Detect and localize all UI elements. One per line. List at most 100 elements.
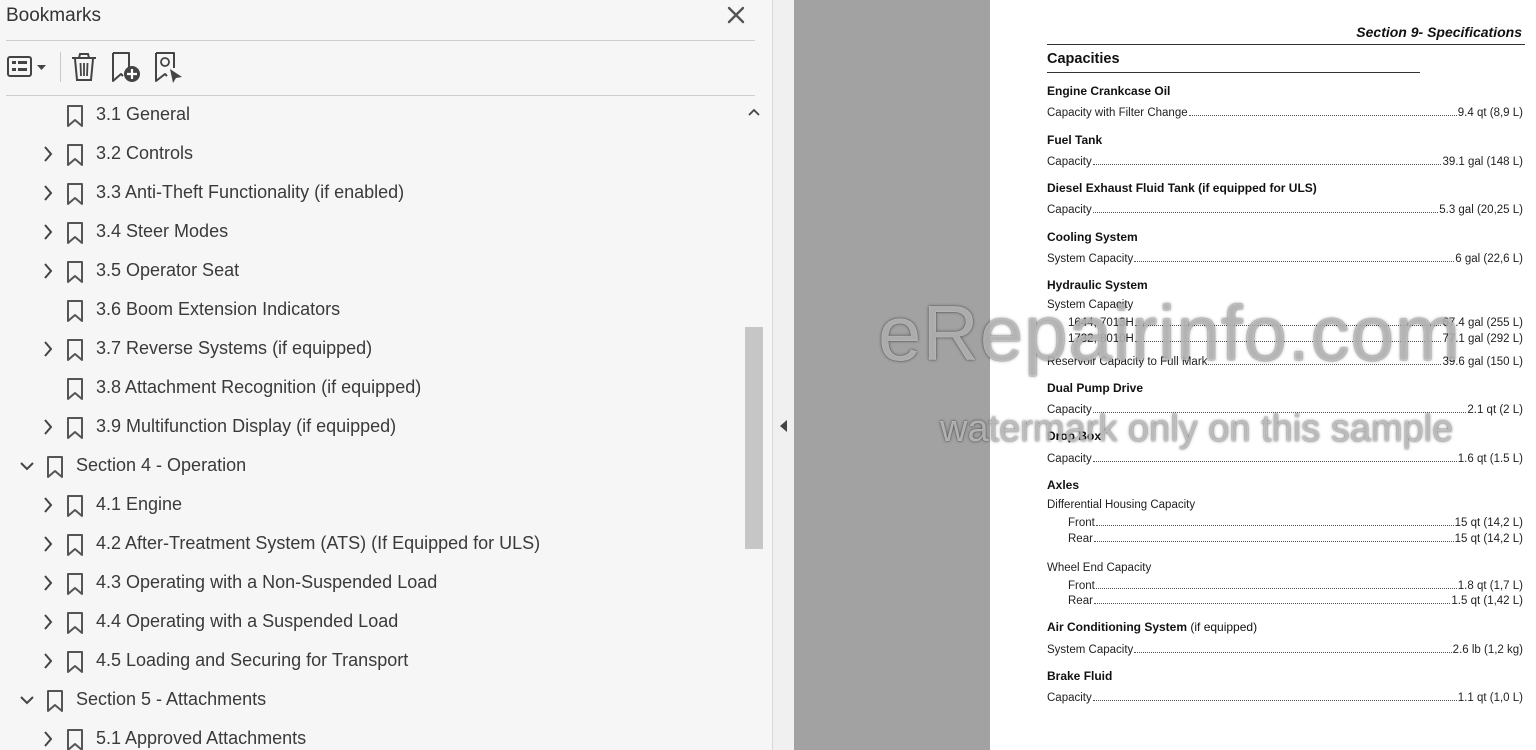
bookmark-label: 4.4 Operating with a Suspended Load — [96, 611, 399, 631]
bookmark-section-item[interactable]: Section 4 - Operation — [0, 447, 744, 486]
bookmark-label: Section 4 - Operation — [76, 455, 247, 475]
bookmark-icon — [67, 534, 83, 556]
bookmark-item[interactable]: 4.5 Loading and Securing for Transport — [0, 642, 744, 681]
bookmark-item[interactable]: 3.6 Boom Extension Indicators — [0, 291, 744, 330]
close-panel-button[interactable] — [722, 2, 750, 28]
scroll-thumb[interactable] — [745, 327, 763, 549]
bookmark-label: 3.5 Operator Seat — [96, 260, 240, 280]
bookmark-label: 4.5 Loading and Securing for Transport — [96, 650, 409, 670]
group-title: Engine Crankcase Oil — [1047, 84, 1171, 98]
bookmark-item[interactable]: 4.3 Operating with a Non-Suspended Load — [0, 564, 744, 603]
bookmark-icon — [67, 261, 83, 283]
chevron-right-icon[interactable] — [41, 261, 55, 281]
spec-subheading: Differential Housing Capacity — [1047, 499, 1196, 511]
group-title: Diesel Exhaust Fluid Tank (if equipped f… — [1047, 181, 1317, 195]
panel-title: Bookmarks — [6, 5, 102, 26]
chevron-right-icon[interactable] — [41, 339, 55, 359]
bookmark-label: 3.1 General — [96, 104, 191, 124]
bookmark-tree: 3.1 General 3.2 Controls 3.3 Anti-Theft Fu… — [0, 96, 744, 750]
bookmarks-toolbar — [0, 42, 772, 94]
bookmark-section-item[interactable]: Section 5 - Attachments — [0, 681, 744, 720]
group-title: Fuel Tank — [1047, 133, 1103, 147]
bookmark-icon — [67, 651, 83, 673]
spec-row: Capacity 1.6 qt (1.5 L) — [1047, 453, 1523, 465]
bookmark-label: Section 5 - Attachments — [76, 689, 267, 709]
new-bookmark-button[interactable] — [109, 50, 143, 84]
bookmark-label: 3.8 Attachment Recognition (if equipped) — [96, 377, 422, 397]
chevron-down-icon[interactable] — [20, 456, 34, 476]
title-rule — [1047, 72, 1420, 73]
bookmark-label: 3.7 Reverse Systems (if equipped) — [96, 338, 373, 358]
chevron-right-icon[interactable] — [41, 495, 55, 515]
watermark-subtext: watermark only on this sample — [940, 408, 1454, 450]
chevron-right-icon[interactable] — [41, 612, 55, 632]
bookmark-options-icon — [7, 56, 46, 77]
bookmark-icon — [47, 690, 63, 712]
bookmark-item[interactable]: 3.9 Multifunction Display (if equipped) — [0, 408, 744, 447]
spec-row: Capacity with Filter Change 9.4 qt (8,9 L… — [1047, 107, 1523, 119]
expand-current-bookmark-button[interactable] — [152, 50, 186, 84]
bookmark-label: 3.4 Steer Modes — [96, 221, 229, 241]
bookmark-options-button[interactable] — [6, 50, 50, 84]
chevron-right-icon[interactable] — [41, 183, 55, 203]
panel-header: Bookmarks — [0, 0, 772, 40]
panel-splitter[interactable] — [772, 0, 794, 750]
bookmark-label: 4.1 Engine — [96, 494, 183, 514]
bookmark-item[interactable]: 3.2 Controls — [0, 135, 744, 174]
bookmark-label: 5.1 Approved Attachments — [96, 728, 307, 748]
bookmark-item[interactable]: 3.4 Steer Modes — [0, 213, 744, 252]
spec-row: Capacity 5.3 gal (20,25 L) — [1047, 204, 1523, 216]
chevron-right-icon[interactable] — [41, 222, 55, 242]
bookmark-icon — [67, 339, 83, 361]
close-icon — [727, 6, 745, 24]
new-bookmark-icon — [112, 52, 140, 82]
bookmark-icon — [67, 144, 83, 166]
collapse-panel-button[interactable] — [777, 416, 791, 436]
vertical-scrollbar[interactable] — [744, 102, 764, 750]
chevron-right-icon[interactable] — [41, 534, 55, 554]
chevron-right-icon[interactable] — [41, 144, 55, 164]
bookmark-label: 3.9 Multifunction Display (if equipped) — [96, 416, 397, 436]
chevron-right-icon[interactable] — [41, 573, 55, 593]
toolbar-separator — [60, 52, 61, 82]
bookmark-item[interactable]: 4.1 Engine — [0, 486, 744, 525]
group-title: Cooling System — [1047, 230, 1138, 244]
bookmark-label: 3.2 Controls — [96, 143, 194, 163]
bookmark-item[interactable]: 3.5 Operator Seat — [0, 252, 744, 291]
bookmark-label: 4.3 Operating with a Non-Suspended Load — [96, 572, 438, 592]
bookmark-label: 4.2 After-Treatment System (ATS) (If Equ… — [96, 533, 541, 553]
chevron-down-icon[interactable] — [20, 690, 34, 710]
bookmark-item[interactable]: 4.2 After-Treatment System (ATS) (If Equ… — [0, 525, 744, 564]
bookmark-icon — [47, 456, 63, 478]
spec-row: Front 15 qt (14,2 L) — [1068, 517, 1523, 529]
bookmark-icon — [67, 417, 83, 439]
bookmarks-panel: Bookmarks 3.1 General 3.2 Controls 3.3 A… — [0, 0, 772, 750]
section-header-rule — [1047, 44, 1525, 45]
bookmark-item[interactable]: 3.8 Attachment Recognition (if equipped) — [0, 369, 744, 408]
bookmark-item[interactable]: 3.3 Anti-Theft Functionality (if enabled… — [0, 174, 744, 213]
bookmark-icon — [67, 495, 83, 517]
spec-subheading: Wheel End Capacity — [1047, 562, 1152, 574]
bookmark-item[interactable]: 5.1 Approved Attachments — [0, 720, 744, 750]
expand-current-bookmark-icon — [155, 52, 182, 83]
bookmark-item[interactable]: 4.4 Operating with a Suspended Load — [0, 603, 744, 642]
bookmark-icon — [67, 729, 83, 750]
group-title: Axles — [1047, 478, 1080, 492]
group-title: Brake Fluid — [1047, 669, 1113, 683]
delete-bookmark-button[interactable] — [68, 50, 100, 84]
spec-row: Capacity 1.1 qt (1,0 L) — [1047, 692, 1523, 704]
bookmark-item[interactable]: 3.1 General — [0, 96, 744, 135]
group-title: Dual Pump Drive — [1047, 381, 1144, 395]
bookmark-icon — [67, 612, 83, 634]
chevron-up-icon — [748, 108, 760, 116]
chevron-right-icon[interactable] — [41, 417, 55, 437]
scroll-up-button[interactable] — [744, 102, 764, 122]
spec-row: Rear 1.5 qt (1,42 L) — [1068, 595, 1523, 607]
chevron-right-icon[interactable] — [41, 651, 55, 671]
watermark-text: eRepairinfo.com — [878, 289, 1461, 377]
chevron-right-icon[interactable] — [41, 729, 55, 749]
bookmark-icon — [67, 222, 83, 244]
bookmark-item[interactable]: 3.7 Reverse Systems (if equipped) — [0, 330, 744, 369]
group-title: Air Conditioning System (if equipped) — [1047, 620, 1258, 634]
trash-icon — [72, 53, 96, 81]
